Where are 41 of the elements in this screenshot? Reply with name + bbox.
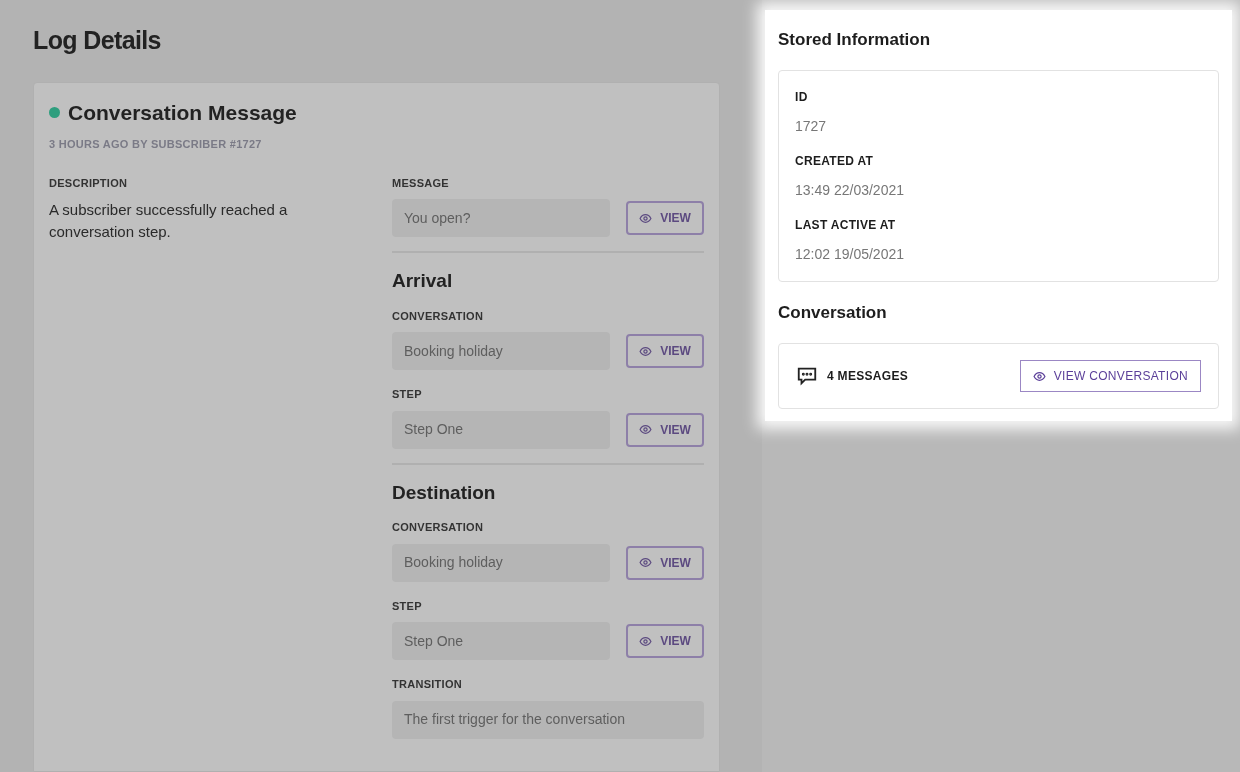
eye-icon — [1032, 369, 1046, 383]
field-label: TRANSITION — [392, 677, 463, 692]
field-label: STEP — [392, 387, 423, 402]
view-conversation-button[interactable]: VIEW CONVERSATION — [1019, 360, 1201, 392]
field-label: CONVERSATION — [392, 308, 485, 324]
eye-icon — [639, 211, 653, 225]
info-value: 1727 — [795, 116, 828, 136]
view-button[interactable]: VIEW — [626, 624, 704, 658]
view-button[interactable]: VIEW — [626, 412, 704, 447]
value-field: Booking holiday — [392, 543, 610, 582]
field-label: MESSAGE — [392, 175, 450, 191]
section-title: Conversation — [778, 301, 888, 324]
eye-icon — [639, 344, 653, 358]
section-heading: Arrival — [392, 269, 454, 293]
eye-icon — [639, 634, 653, 648]
info-label: ID — [795, 88, 809, 106]
chat-bubble-icon — [796, 365, 818, 387]
eye-icon — [639, 423, 653, 436]
value-field: Booking holiday — [392, 332, 610, 370]
message-count: 4 MESSAGES — [827, 368, 909, 385]
view-button[interactable]: VIEW — [626, 201, 704, 235]
info-label: LAST ACTIVE AT — [795, 216, 897, 234]
value-field: Step One — [392, 410, 610, 449]
value-field: The first trigger for the conversation — [392, 700, 704, 739]
view-button[interactable]: VIEW — [626, 334, 704, 368]
page-title: Log Details — [33, 25, 162, 56]
log-meta: 3 HOURS AGO BY SUBSCRIBER #1727 — [49, 137, 263, 152]
field-label: CONVERSATION — [392, 520, 485, 535]
value-field: You open? — [392, 199, 610, 237]
description-label: DESCRIPTION — [49, 175, 129, 191]
section-heading: Destination — [392, 480, 497, 505]
view-button[interactable]: VIEW — [626, 545, 704, 580]
value-field: Step One — [392, 622, 610, 660]
eye-icon — [639, 556, 653, 569]
description-text: A subscriber successfully reached a conversation step. — [49, 200, 289, 242]
section-title: Stored Information — [778, 29, 932, 51]
log-title: Conversation Message — [68, 99, 297, 126]
info-value: 13:49 22/03/2021 — [795, 180, 905, 200]
info-value: 12:02 19/05/2021 — [795, 244, 905, 264]
field-label: STEP — [392, 598, 423, 614]
info-label: CREATED AT — [795, 152, 875, 170]
